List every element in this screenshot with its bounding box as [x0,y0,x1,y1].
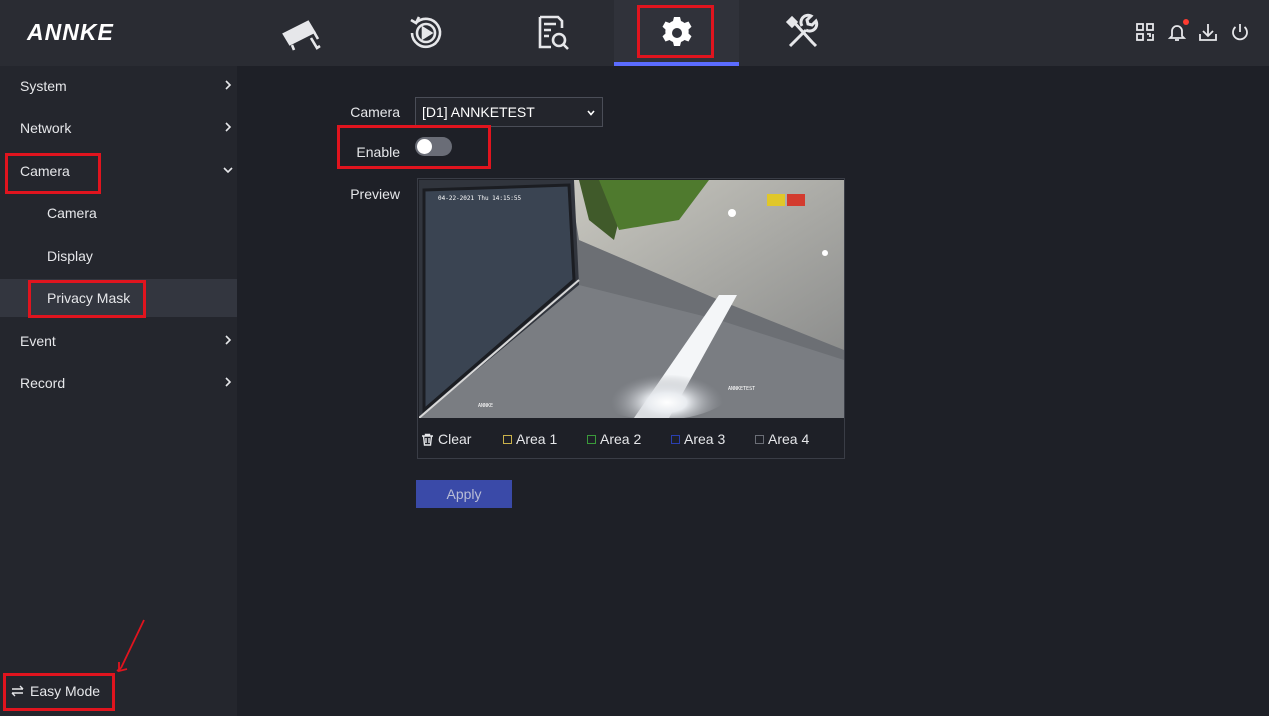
osd-camera-name: ANNKETEST [728,386,756,392]
camera-select-value: [D1] ANNKETEST [422,104,535,120]
tab-maintenance[interactable] [740,0,865,66]
area-2-swatch [587,434,596,444]
top-bar: ANNKE [0,0,1269,66]
sidebar-item-label: Display [47,248,93,264]
apply-button[interactable]: Apply [416,480,512,508]
preview-panel: 04-22-2021 Thu 14:15:55 ANNKETEST ANNKE … [417,178,845,459]
mask-toolbar: Clear Area 1 Area 2 Area 3 Area 4 [418,422,844,456]
tab-live-view[interactable] [238,0,363,66]
sidebar-subitem-camera[interactable]: Camera [0,194,237,232]
alarm-icon [787,194,805,206]
area-label: Area 2 [600,431,642,447]
enable-label: Enable [356,144,400,160]
sidebar-item-label: Camera [20,163,70,179]
file-search-icon [538,15,569,50]
area-label: Area 3 [684,431,726,447]
sidebar-item-record[interactable]: Record [0,364,237,402]
osd-brand: ANNKE [478,403,494,409]
motion-icon [767,194,785,206]
sidebar-item-label: Camera [47,205,97,221]
recording-status-icons [767,194,805,206]
osd-timestamp: 04-22-2021 Thu 14:15:55 [438,195,522,202]
area-2-button[interactable]: Area 2 [587,431,641,447]
sidebar-item-label: Network [20,120,72,136]
sidebar-subitem-display[interactable]: Display [0,237,237,275]
trash-icon [422,433,433,446]
area-4-button[interactable]: Area 4 [755,431,809,447]
enable-toggle[interactable] [415,137,452,156]
tools-icon [785,13,818,48]
cctv-camera-icon [281,20,321,51]
sidebar-item-label: System [20,78,67,94]
annke-logo: ANNKE [27,19,114,45]
bell-icon[interactable] [1166,19,1189,43]
sidebar-item-network[interactable]: Network [0,109,237,147]
area-label: Area 4 [768,431,810,447]
chevron-right-icon [225,80,232,90]
chevron-down-icon [587,110,595,116]
clear-button[interactable]: Clear [421,431,471,447]
camera-label: Camera [350,104,400,120]
tab-configuration[interactable] [614,0,739,66]
chevron-right-icon [225,122,232,132]
camera-select[interactable]: [D1] ANNKETEST [415,97,603,127]
sidebar-item-label: Record [20,375,66,391]
playback-icon [409,16,441,49]
qr-code-icon[interactable] [1134,21,1156,43]
sidebar-subitem-privacy-mask[interactable]: Privacy Mask [0,279,237,317]
swap-arrows-icon [11,685,24,697]
sidebar-item-label: Privacy Mask [47,290,131,306]
toggle-knob [417,139,432,154]
sidebar-item-camera[interactable]: Camera [0,152,237,190]
area-3-swatch [671,434,680,444]
easy-mode-button[interactable]: Easy Mode [11,683,100,699]
camera-preview[interactable]: 04-22-2021 Thu 14:15:55 ANNKETEST ANNKE [419,180,844,418]
chevron-right-icon [225,377,232,387]
tab-playback[interactable] [363,0,488,66]
clear-label: Clear [438,431,472,447]
download-icon[interactable] [1197,21,1219,43]
sidebar-item-system[interactable]: System [0,67,237,105]
tab-search[interactable] [489,0,614,66]
sidebar-item-event[interactable]: Event [0,322,237,360]
area-4-swatch [755,434,764,444]
annotation-arrow [116,619,145,673]
area-3-button[interactable]: Area 3 [671,431,725,447]
preview-label: Preview [350,186,400,202]
sidebar-item-label: Event [20,333,56,349]
easy-mode-label: Easy Mode [30,683,101,699]
chevron-down-icon [223,167,233,174]
power-icon[interactable] [1229,21,1251,43]
chevron-right-icon [225,335,232,345]
gear-icon [662,17,691,46]
area-1-button[interactable]: Area 1 [503,431,557,447]
preview-image [419,180,844,418]
area-1-swatch [503,434,512,444]
notification-dot [1183,19,1189,25]
area-label: Area 1 [516,431,558,447]
